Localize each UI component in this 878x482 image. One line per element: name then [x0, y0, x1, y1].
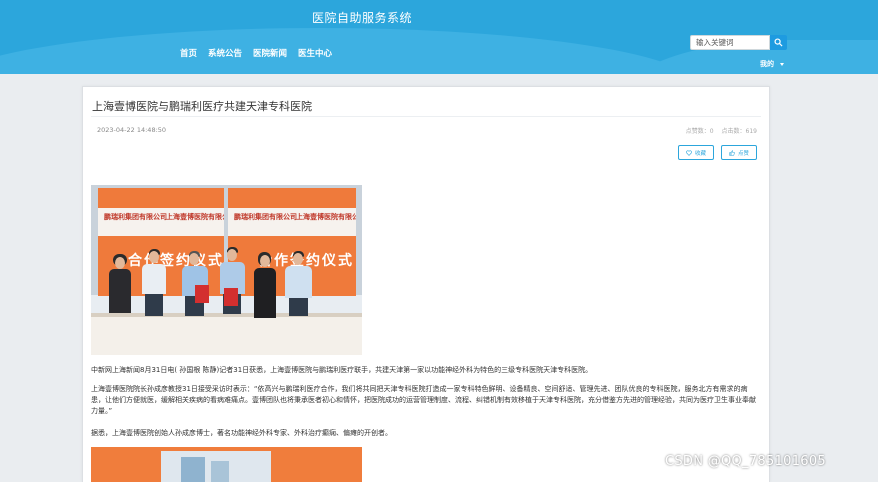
watermark: CSDN @QQ_785101605: [665, 454, 826, 469]
article-card: 上海壹博医院与鹏瑞利医疗共建天津专科医院 2023-04-22 14:48:50…: [82, 86, 770, 482]
signed-folder: [195, 285, 209, 303]
banner-text: 鹏瑞利集团有限公司: [104, 213, 167, 221]
like-count: 点赞数：0: [685, 128, 714, 135]
search-input[interactable]: [690, 35, 770, 50]
account-menu[interactable]: 我的: [760, 59, 784, 69]
like-button[interactable]: 点赞: [721, 145, 757, 160]
divider: [91, 116, 761, 117]
click-count: 点击数：619: [721, 128, 757, 135]
banner-text: 鹏瑞利集团有限公司: [234, 213, 297, 221]
article-stats: 点赞数：0 点击数：619: [686, 126, 757, 135]
signing-table: [91, 317, 362, 355]
like-label: 点赞: [737, 150, 749, 157]
thumbs-up-icon: [729, 149, 735, 156]
heart-icon: [686, 150, 692, 156]
article-paragraph: 上海壹博医院院长孙成彦教授31日接受采访时表示：“依高兴与鹏瑞利医疗合作，我们将…: [91, 385, 756, 415]
nav-announcements[interactable]: 系统公告: [208, 47, 242, 59]
search-box: [690, 35, 787, 50]
nav-home[interactable]: 首页: [180, 47, 197, 59]
search-button[interactable]: [770, 35, 787, 50]
article-photo: 鹏瑞利集团有限公司 上海壹博医院有限公司 合作签约仪式 鹏瑞利集团有限公司 上海…: [91, 185, 362, 355]
search-icon: [774, 38, 783, 47]
article-paragraph: 中新网上海新闻8月31日电( 孙国根 陈静)记者31日获悉，上海壹博医院与鹏瑞利…: [91, 366, 593, 374]
banner-text: 上海壹博医院有限公司: [166, 213, 224, 221]
nav-hospital-news[interactable]: 医院新闻: [253, 47, 287, 59]
header-wave: [0, 28, 700, 74]
site-header: 医院自助服务系统 首页 系统公告 医院新闻 医生中心 我的: [0, 0, 878, 74]
main-nav: 首页 系统公告 医院新闻 医生中心: [180, 47, 332, 59]
favorite-label: 收藏: [694, 150, 706, 157]
article-title: 上海壹博医院与鹏瑞利医疗共建天津专科医院: [92, 100, 312, 113]
nav-doctor-center[interactable]: 医生中心: [298, 47, 332, 59]
signed-folder: [224, 288, 238, 306]
favorite-button[interactable]: 收藏: [678, 145, 714, 160]
chevron-down-icon: [780, 62, 784, 66]
article-photo-2: [91, 447, 362, 482]
article-date: 2023-04-22 14:48:50: [97, 126, 167, 134]
account-label: 我的: [760, 60, 774, 68]
article-paragraph: 据悉，上海壹博医院创始人孙成彦博士，著名功能神经外科专家、外科治疗癫痫、偏瘫的开…: [91, 429, 392, 437]
site-title: 医院自助服务系统: [312, 11, 413, 25]
banner-text: 上海壹博医院有限公司: [296, 213, 356, 221]
